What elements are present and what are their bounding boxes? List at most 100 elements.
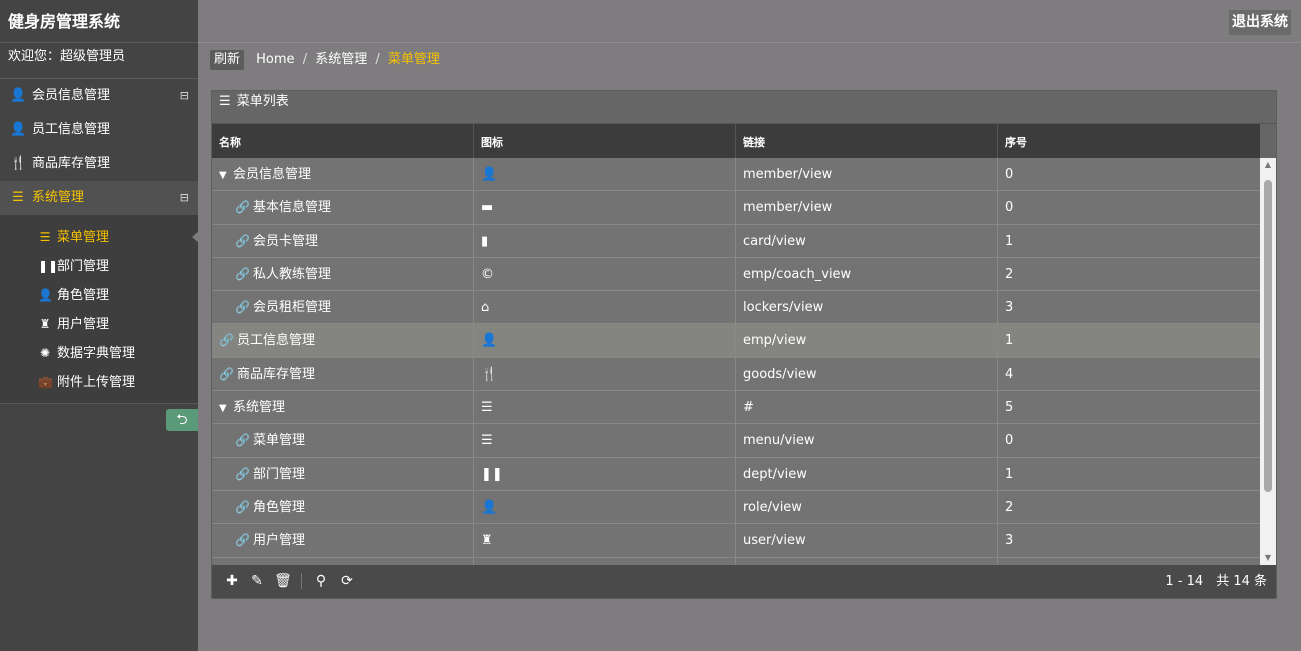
expand-caret-icon[interactable]: ▼ xyxy=(219,392,233,423)
table-row[interactable]: 🔗 用户管理 ♜ user/view 3 xyxy=(212,524,1260,558)
pause-icon: ❚❚ xyxy=(38,259,59,273)
cell-link: card/view xyxy=(736,224,998,257)
table-row[interactable]: 🔗 私人教练管理 © emp/coach_view 2 xyxy=(212,257,1260,292)
table-row[interactable]: 🔗 员工信息管理 👤 emp/view 1 xyxy=(212,324,1260,358)
cell-order: 3 xyxy=(1005,533,1014,549)
breadcrumb-home[interactable]: Home xyxy=(256,52,294,67)
cell-order: 2 xyxy=(1005,499,1014,515)
table-row[interactable]: ▼ 会员信息管理 👤 member/view 0 xyxy=(212,158,1260,192)
sidebar-item[interactable]: ☰ 系统管理 ⊟ xyxy=(0,181,198,215)
arrow-left-icon: ⮌ xyxy=(176,412,188,428)
menu-name: 角色管理 xyxy=(252,499,305,515)
table-row[interactable] xyxy=(212,557,1260,565)
app-title: 健身房管理系统 xyxy=(0,0,198,43)
table-row[interactable]: 🔗 会员租柜管理 ⌂ lockers/view 3 xyxy=(212,291,1260,325)
table-row[interactable]: 🔗 菜单管理 ☰ menu/view 0 xyxy=(212,424,1260,458)
cell-order: 1 xyxy=(1005,466,1014,482)
sidebar-item-label: 商品库存管理 xyxy=(32,156,111,171)
sidebar-item[interactable]: 👤 会员信息管理 ⊟ xyxy=(0,79,198,113)
refresh-button[interactable]: ⟳ xyxy=(338,571,356,591)
link-icon: 🔗 xyxy=(235,200,250,215)
table-row[interactable]: ▼ 系统管理 ☰ #5 xyxy=(212,391,1260,425)
link-icon: 🔗 xyxy=(219,333,234,348)
list-icon: ☰ xyxy=(39,230,51,244)
breadcrumb: 刷新 Home / 系统管理 / 菜单管理 xyxy=(210,50,440,70)
link-icon: 🔗 xyxy=(235,533,250,548)
list-icon: ☰ xyxy=(219,94,231,109)
column-header-name[interactable]: 名称 xyxy=(212,124,474,158)
cell-name: 🔗 基本信息管理 xyxy=(212,191,474,224)
scroll-up-icon[interactable]: ▲ xyxy=(1260,158,1276,172)
cell-link: dept/view xyxy=(736,457,998,490)
cell-link: menu/view xyxy=(736,424,998,457)
scroll-down-icon[interactable]: ▼ xyxy=(1260,551,1276,565)
column-header-order[interactable]: 序号 xyxy=(998,124,1260,158)
refresh-button[interactable]: 刷新 xyxy=(210,50,245,70)
link-icon: 🔗 xyxy=(235,300,250,315)
table-row[interactable]: 🔗 商品库存管理 🍴 goods/view 4 xyxy=(212,357,1260,392)
add-button[interactable]: ✚ xyxy=(223,571,241,591)
scroll-thumb[interactable] xyxy=(1264,180,1272,492)
cell-name: ▼ 会员信息管理 xyxy=(212,158,474,191)
cell-link: member/view xyxy=(736,191,998,224)
sidebar-subitem-label: 菜单管理 xyxy=(57,230,110,245)
table-row[interactable]: 🔗 基本信息管理 ▬ member/view 0 xyxy=(212,191,1260,225)
cell-icon: © xyxy=(474,257,736,291)
column-header-link[interactable]: 链接 xyxy=(736,124,998,158)
rook-icon: ♜ xyxy=(39,317,51,331)
cell-link: # xyxy=(736,391,998,424)
logout-button[interactable]: 退出系统 xyxy=(1229,10,1291,35)
cell-link: member/view xyxy=(736,158,998,191)
table-row[interactable]: 🔗 角色管理 👤 role/view 2 xyxy=(212,490,1260,525)
sidebar-subitem[interactable]: 💼 附件上传管理 xyxy=(0,368,198,397)
header-filler xyxy=(1260,124,1276,158)
delete-button[interactable]: 🗑 xyxy=(274,571,292,591)
edit-button[interactable]: ✎ xyxy=(248,571,266,591)
breadcrumb-current: 菜单管理 xyxy=(387,52,440,67)
collapse-toggle-icon[interactable]: ⊟ xyxy=(180,181,189,215)
sidebar-subitem[interactable]: ☰ 菜单管理 xyxy=(0,223,199,252)
menu-name: 系统管理 xyxy=(233,400,286,416)
add-icon: ✚ xyxy=(226,573,238,589)
sidebar-item-label: 会员信息管理 xyxy=(32,88,111,103)
menu-name: 用户管理 xyxy=(252,533,305,549)
cell-order: 2 xyxy=(1005,266,1014,282)
sidebar-item[interactable]: 🍴 商品库存管理 xyxy=(0,147,198,181)
folder-icon: ▬ xyxy=(481,200,494,216)
menu-name: 会员信息管理 xyxy=(233,167,312,182)
breadcrumb-separator: / xyxy=(302,52,308,67)
panel-header: ☰ 菜单列表 xyxy=(212,91,1276,124)
sidebar-subitem[interactable]: ♜ 用户管理 xyxy=(0,310,198,339)
user-icon: 👤 xyxy=(10,122,27,137)
search-icon: ⚲ xyxy=(315,573,327,589)
table-row[interactable]: 🔗 部门管理 ❚❚ dept/view 1 xyxy=(212,457,1260,491)
cell-name: 🔗 用户管理 xyxy=(212,524,474,557)
pause-icon: ❚❚ xyxy=(481,466,503,482)
cell-icon: ❚❚ xyxy=(474,457,736,490)
menu-name: 部门管理 xyxy=(252,466,305,482)
collapse-toggle-icon[interactable]: ⊟ xyxy=(180,79,189,113)
user-icon: 👤 xyxy=(481,333,498,349)
cell-name: 🔗 会员卡管理 xyxy=(212,224,474,257)
table-row[interactable]: 🔗 会员卡管理 ▮ card/view 1 xyxy=(212,224,1260,258)
collapse-sidebar-button[interactable]: ⮌ xyxy=(166,409,198,431)
vertical-scrollbar[interactable]: ▲ ▼ xyxy=(1260,158,1276,565)
search-button[interactable]: ⚲ xyxy=(312,571,330,591)
cell-order: 1 xyxy=(1005,333,1014,349)
expand-caret-icon[interactable]: ▼ xyxy=(219,159,233,190)
sidebar-item[interactable]: 👤 员工信息管理 xyxy=(0,113,198,147)
gear-icon: ✺ xyxy=(39,346,51,360)
link-icon: 🔗 xyxy=(219,366,234,381)
cutlery-icon: 🍴 xyxy=(10,156,27,171)
sidebar-subitem-label: 角色管理 xyxy=(57,288,110,303)
link-icon: 🔗 xyxy=(235,233,250,248)
sidebar-submenu: ☰ 菜单管理 ❚❚部门管理 👤 角色管理 ♜ 用户管理 ✺ 数据字典管理 💼 附件上传管理 xyxy=(0,215,199,404)
cell-icon: 👤 xyxy=(474,158,736,191)
column-header-icon[interactable]: 图标 xyxy=(474,124,736,158)
sidebar-subitem[interactable]: ❚❚部门管理 xyxy=(0,252,198,281)
breadcrumb-parent[interactable]: 系统管理 xyxy=(315,52,367,67)
sidebar-subitem[interactable]: ✺ 数据字典管理 xyxy=(0,339,198,368)
cell-icon: ☰ xyxy=(474,424,736,457)
sidebar-subitem[interactable]: 👤 角色管理 xyxy=(0,281,198,310)
toolbar-divider xyxy=(301,573,302,589)
